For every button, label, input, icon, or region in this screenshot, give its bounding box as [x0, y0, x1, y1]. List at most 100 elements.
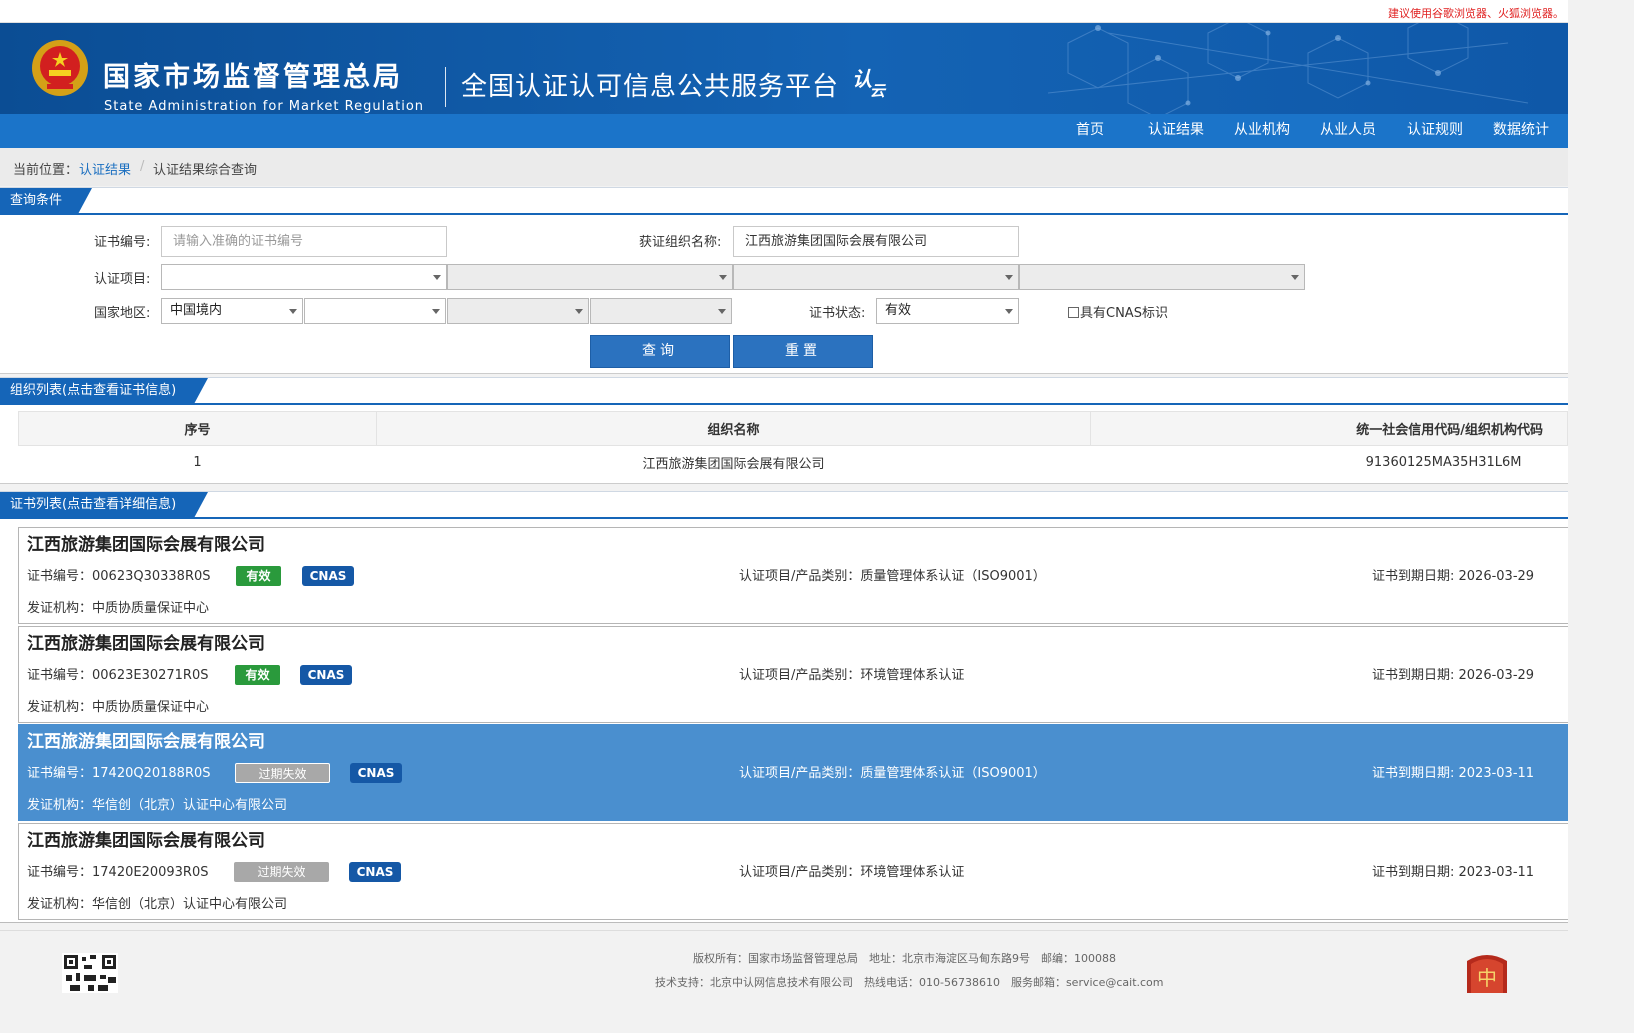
- chevron-down-icon: [432, 309, 440, 314]
- table-row[interactable]: 1 江西旅游集团国际会展有限公司 91360125MA35H31L6M: [18, 445, 1568, 479]
- main-nav: 首页 认证结果 从业机构 从业人员 认证规则 数据统计: [0, 114, 1568, 148]
- status-badge: 有效: [235, 665, 280, 685]
- cert-org-name: 江西旅游集团国际会展有限公司: [27, 831, 265, 851]
- cnas-checkbox[interactable]: [1068, 307, 1079, 318]
- cert-no-label: 证书编号:: [94, 235, 151, 250]
- qr-code-icon: [62, 953, 118, 993]
- footer: 版权所有：国家市场监督管理总局 地址：北京市海淀区马甸东路9号 邮编：10008…: [0, 930, 1568, 993]
- status-badge: 有效: [236, 566, 281, 586]
- cert-number: 证书编号：17420E20093R0S: [27, 865, 209, 880]
- chevron-down-icon: [1291, 275, 1299, 280]
- cert-project: 认证项目/产品类别：环境管理体系认证: [739, 865, 965, 880]
- region-select-4[interactable]: [590, 298, 732, 324]
- cert-list-rule: [0, 517, 1568, 519]
- cnas-checkbox-label: 具有CNAS标识: [1080, 306, 1168, 321]
- footer-support: 技术支持：北京中认网信息技术有限公司 热线电话：010-56738610 服务邮…: [655, 976, 1164, 989]
- cert-card[interactable]: 江西旅游集团国际会展有限公司 证书编号：00623Q30338R0S 有效 CN…: [18, 527, 1568, 624]
- chevron-down-icon: [1005, 275, 1013, 280]
- browser-tip: 建议使用谷歌浏览器、火狐浏览器。: [1388, 7, 1564, 20]
- nav-practitioners[interactable]: 从业人员: [1320, 123, 1376, 137]
- region-select-1[interactable]: 中国境内: [161, 298, 303, 324]
- status-label: 证书状态:: [809, 306, 866, 321]
- org-table: 序号 组织名称 统一社会信用代码/组织机构代码 1 江西旅游集团国际会展有限公司…: [18, 411, 1568, 479]
- chevron-down-icon: [719, 275, 727, 280]
- cert-project: 认证项目/产品类别：质量管理体系认证（ISO9001）: [739, 569, 1046, 584]
- org-list-rule: [0, 403, 1568, 405]
- cert-issuer: 发证机构：华信创（北京）认证中心有限公司: [27, 798, 288, 813]
- project-select-4[interactable]: [1019, 264, 1305, 290]
- header-divider: [445, 67, 446, 107]
- status-badge: 过期失效: [234, 862, 329, 882]
- cert-card[interactable]: 江西旅游集团国际会展有限公司 证书编号：00623E30271R0S 有效 CN…: [18, 626, 1568, 723]
- org-table-header-name: 组织名称: [376, 411, 1091, 446]
- org-table-header-code: 统一社会信用代码/组织机构代码: [1090, 411, 1568, 446]
- org-name-label: 获证组织名称:: [639, 235, 722, 250]
- chevron-down-icon: [718, 309, 726, 314]
- nav-statistics[interactable]: 数据统计: [1493, 123, 1549, 137]
- project-select-3[interactable]: [733, 264, 1019, 290]
- nav-home[interactable]: 首页: [1076, 123, 1104, 137]
- cert-expiry: 证书到期日期: 2026-03-29: [1372, 668, 1535, 683]
- org-row-name[interactable]: 江西旅游集团国际会展有限公司: [376, 445, 1091, 479]
- cert-org-name: 江西旅游集团国际会展有限公司: [27, 634, 265, 654]
- agency-name-en: State Administration for Market Regulati…: [104, 99, 425, 114]
- platform-title: 全国认证认可信息公共服务平台: [461, 72, 840, 102]
- chevron-down-icon: [575, 309, 583, 314]
- cert-org-name: 江西旅游集团国际会展有限公司: [27, 535, 265, 555]
- status-badge: 过期失效: [235, 763, 330, 783]
- region-select-value: 中国境内: [170, 303, 223, 318]
- query-panel-title: 查询条件: [0, 188, 92, 214]
- org-row-index: 1: [18, 445, 377, 479]
- cert-org-name: 江西旅游集团国际会展有限公司: [27, 732, 265, 752]
- cert-card-selected[interactable]: 江西旅游集团国际会展有限公司 证书编号：17420Q20188R0S 过期失效 …: [18, 724, 1568, 821]
- footer-copyright: 版权所有：国家市场监督管理总局 地址：北京市海淀区马甸东路9号 邮编：10008…: [693, 952, 1116, 965]
- cert-no-input[interactable]: 请输入准确的证书编号: [161, 226, 447, 257]
- chevron-down-icon: [1005, 309, 1013, 314]
- org-list-title: 组织列表(点击查看证书信息): [0, 378, 208, 404]
- query-button[interactable]: 查询: [590, 335, 730, 368]
- agency-name-cn: 国家市场监督管理总局: [103, 62, 403, 93]
- cert-number: 证书编号：17420Q20188R0S: [27, 766, 211, 781]
- status-select[interactable]: 有效: [876, 298, 1019, 324]
- query-panel-rule: [0, 213, 1568, 215]
- region-label: 国家地区:: [94, 306, 151, 321]
- cnas-badge: CNAS: [350, 763, 402, 783]
- cert-project: 认证项目/产品类别：环境管理体系认证: [739, 668, 965, 683]
- network-pattern-decoration: [1047, 23, 1529, 114]
- region-select-3[interactable]: [447, 298, 589, 324]
- breadcrumb-label: 当前位置：: [13, 163, 79, 178]
- project-select-1[interactable]: [161, 264, 447, 290]
- nav-institutions[interactable]: 从业机构: [1234, 123, 1290, 137]
- cert-project: 认证项目/产品类别：质量管理体系认证（ISO9001）: [739, 766, 1046, 781]
- status-select-value: 有效: [885, 303, 912, 318]
- svg-text:中: 中: [1477, 966, 1497, 990]
- breadcrumb-link-cert-results[interactable]: 认证结果: [79, 159, 131, 178]
- browser-tip-bar: 建议使用谷歌浏览器、火狐浏览器。: [0, 0, 1568, 23]
- credit-badge-icon: 中: [1467, 955, 1507, 993]
- breadcrumb-separator: /: [140, 159, 145, 174]
- project-select-2[interactable]: [447, 264, 733, 290]
- cert-list-title: 证书列表(点击查看详细信息): [0, 492, 208, 518]
- nav-cert-rules[interactable]: 认证规则: [1407, 123, 1463, 137]
- cert-number: 证书编号：00623Q30338R0S: [27, 569, 211, 584]
- cert-card[interactable]: 江西旅游集团国际会展有限公司 证书编号：17420E20093R0S 过期失效 …: [18, 823, 1568, 920]
- chevron-down-icon: [433, 275, 441, 280]
- org-row-code: 91360125MA35H31L6M: [1090, 445, 1568, 479]
- chevron-down-icon: [289, 309, 297, 314]
- cnas-badge: CNAS: [300, 665, 352, 685]
- cnas-badge: CNAS: [302, 566, 354, 586]
- reset-button[interactable]: 重置: [733, 335, 873, 368]
- cert-expiry: 证书到期日期: 2023-03-11: [1372, 766, 1535, 781]
- cert-expiry: 证书到期日期: 2026-03-29: [1372, 569, 1535, 584]
- cert-expiry: 证书到期日期: 2023-03-11: [1372, 865, 1535, 880]
- org-name-input[interactable]: 江西旅游集团国际会展有限公司: [733, 226, 1019, 257]
- cert-issuer: 发证机构：中质协质量保证中心: [27, 601, 210, 616]
- region-select-2[interactable]: [304, 298, 446, 324]
- cloud-logo-sub: 云: [870, 82, 886, 100]
- cloud-logo: 认云: [852, 67, 885, 99]
- nav-cert-results[interactable]: 认证结果: [1148, 123, 1204, 137]
- cloud-logo-main: 认: [852, 67, 872, 91]
- org-list-panel: 组织列表(点击查看证书信息) 序号 组织名称 统一社会信用代码/组织机构代码 1…: [0, 377, 1568, 484]
- breadcrumb-current: 认证结果综合查询: [153, 163, 258, 178]
- cnas-badge: CNAS: [349, 862, 401, 882]
